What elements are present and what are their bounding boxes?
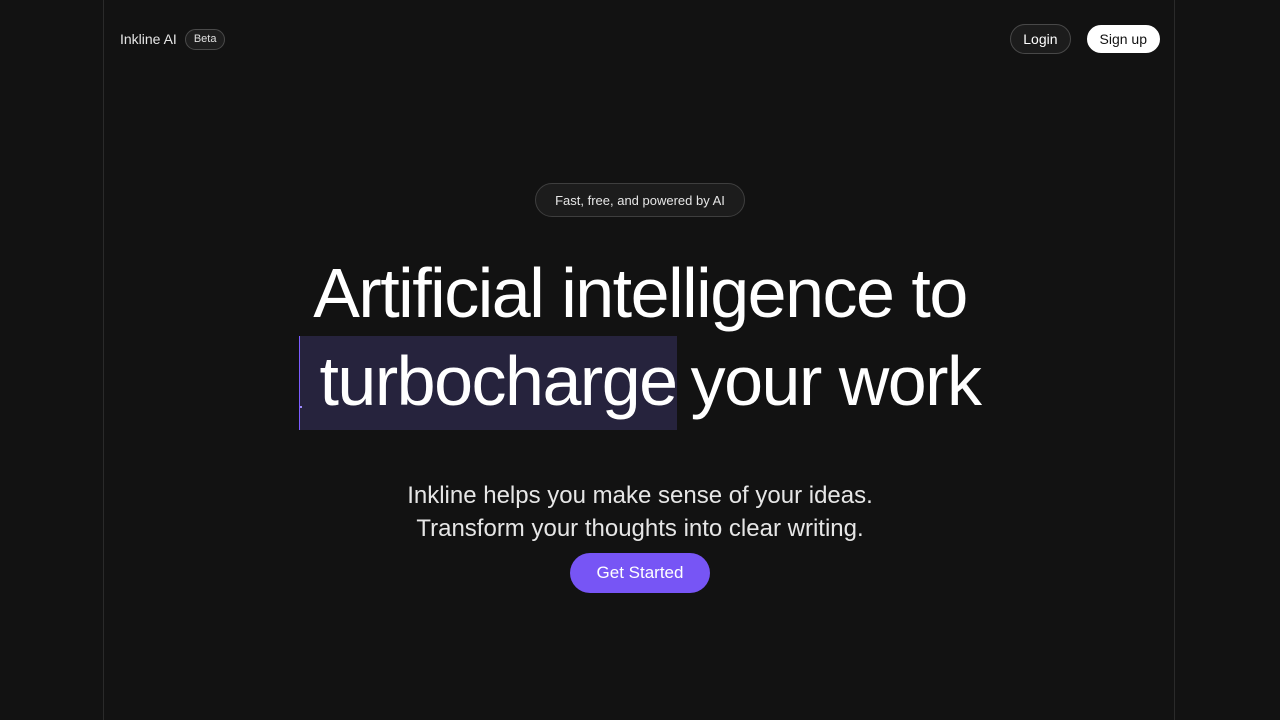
headline-line-1: Artificial intelligence to [313, 254, 968, 332]
subhead-line-2: Transform your thoughts into clear writi… [416, 515, 864, 542]
brand: Inkline AI Beta [120, 28, 226, 50]
headline-highlight-word: turbocharge [319, 342, 678, 420]
headline-line-2: your work [690, 342, 982, 420]
brand-logo-link[interactable]: Inkline AI [120, 31, 177, 47]
tagline-pill: Fast, free, and powered by AI [535, 183, 745, 217]
get-started-button[interactable]: Get Started [570, 553, 710, 593]
subhead-line-1: Inkline helps you make sense of your ide… [407, 482, 873, 509]
cursor-marker [300, 406, 303, 408]
signup-button[interactable]: Sign up [1086, 25, 1160, 53]
hero-subhead: Inkline helps you make sense of your ide… [0, 479, 1280, 545]
beta-badge: Beta [184, 28, 226, 50]
headline-highlight: turbocharge [299, 336, 678, 430]
hero-headline: Artificial intelligence to turbocharge yo… [0, 250, 1280, 430]
top-nav: Inkline AI Beta Login Sign up [120, 24, 1160, 54]
nav-actions: Login Sign up [1010, 24, 1160, 54]
text-cursor [299, 336, 301, 430]
login-button[interactable]: Login [1010, 24, 1071, 54]
